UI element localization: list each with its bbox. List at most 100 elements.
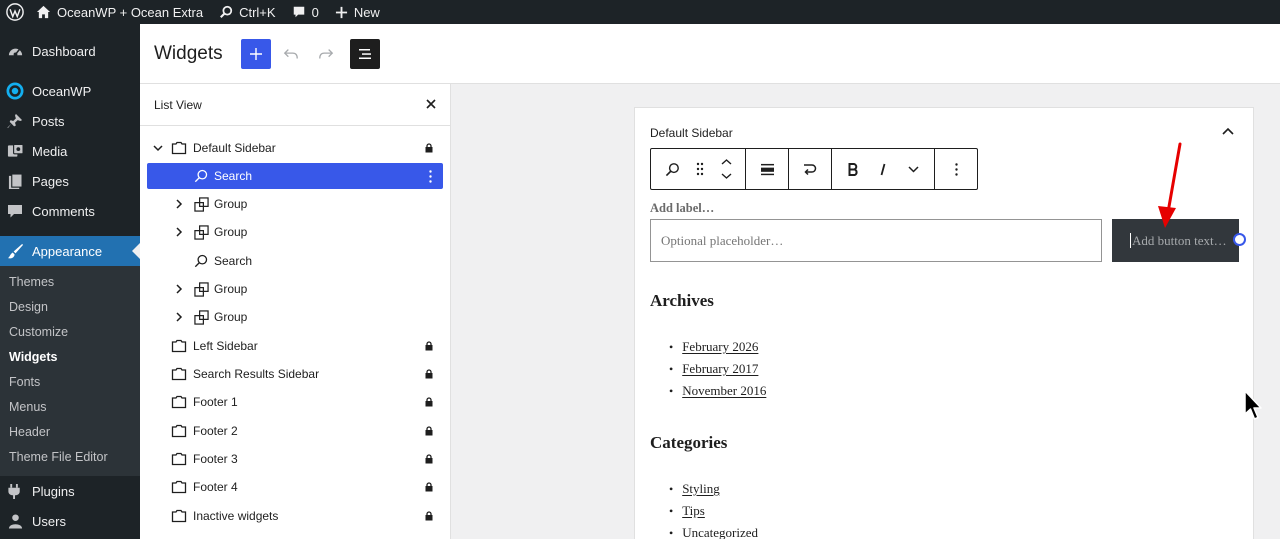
submenu-item-menus[interactable]: Menus — [0, 395, 140, 420]
list-view-row-left-sidebar[interactable]: Left Sidebar — [147, 333, 443, 359]
archives-heading[interactable]: Archives — [650, 291, 714, 311]
submenu-item-header[interactable]: Header — [0, 420, 140, 445]
submenu-item-themes[interactable]: Themes — [0, 270, 140, 295]
block-type-button[interactable] — [657, 149, 687, 189]
site-name-link[interactable]: OceanWP + Ocean Extra — [28, 0, 211, 24]
chevron-down-icon[interactable] — [152, 142, 164, 154]
list-item[interactable]: February 2026 — [669, 336, 766, 358]
toolbar-group-layout — [746, 149, 789, 189]
bold-button[interactable] — [838, 149, 868, 189]
lock-icon — [424, 510, 434, 522]
new-content-link[interactable]: New — [327, 0, 388, 24]
submenu-item-customize[interactable]: Customize — [0, 320, 140, 345]
bold-icon — [848, 162, 858, 176]
list-view-row-footer-4[interactable]: Footer 4 — [147, 474, 443, 500]
widget-area-title[interactable]: Default Sidebar — [650, 126, 733, 140]
comments-link[interactable]: 0 — [284, 0, 327, 24]
comments-count: 0 — [311, 4, 319, 20]
close-list-view-button[interactable] — [426, 98, 436, 112]
list-view-row-search-selected[interactable]: Search — [147, 163, 443, 189]
categories-heading[interactable]: Categories — [650, 433, 727, 453]
list-view-title: List View — [154, 97, 202, 112]
submenu-item-design[interactable]: Design — [0, 295, 140, 320]
list-item[interactable]: November 2016 — [669, 380, 766, 402]
plus-icon — [335, 6, 347, 18]
search-label-field[interactable]: Add label… — [650, 201, 714, 216]
list-view-toggle-button[interactable] — [349, 38, 380, 69]
list-item[interactable]: Tips — [669, 500, 758, 522]
chevron-up-icon[interactable] — [721, 159, 732, 165]
list-item[interactable]: February 2017 — [669, 358, 766, 380]
list-view-row-default-sidebar[interactable]: Default Sidebar — [147, 135, 443, 161]
list-view-row-group[interactable]: Group — [147, 304, 443, 330]
widget-area-icon — [170, 450, 188, 468]
list-view-row-footer-1[interactable]: Footer 1 — [147, 389, 443, 415]
page-title: Widgets — [154, 42, 223, 64]
resize-handle[interactable] — [1233, 233, 1246, 246]
undo-button[interactable] — [276, 39, 306, 69]
chevron-up-icon[interactable] — [1221, 126, 1235, 136]
block-toolbar — [650, 148, 978, 190]
block-inserter-button[interactable] — [240, 38, 271, 69]
comments-icon — [6, 202, 24, 220]
menu-item-plugins[interactable]: Plugins — [0, 476, 140, 506]
block-options-icon[interactable] — [427, 169, 433, 183]
menu-item-appearance[interactable]: Appearance — [0, 236, 140, 266]
menu-item-comments[interactable]: Comments — [0, 196, 140, 226]
italic-button[interactable] — [868, 149, 898, 189]
block-options-button[interactable] — [941, 149, 971, 189]
list-item[interactable]: Uncategorized — [669, 522, 758, 539]
group-block-icon — [192, 280, 210, 298]
widget-area-icon — [170, 478, 188, 496]
menu-item-oceanwp[interactable]: OceanWP — [0, 76, 140, 106]
list-view-row-inactive-widgets[interactable]: Inactive widgets — [147, 503, 443, 529]
admin-bar: OceanWP + Ocean Extra Ctrl+K 0 New — [0, 0, 1280, 24]
chevron-right-icon[interactable] — [173, 283, 185, 295]
search-block-icon — [192, 167, 210, 185]
chevron-right-icon[interactable] — [173, 198, 185, 210]
archives-list: February 2026 February 2017 November 201… — [669, 336, 766, 402]
list-view-row-search-results-sidebar[interactable]: Search Results Sidebar — [147, 361, 443, 387]
more-formatting-button[interactable] — [898, 149, 928, 189]
list-view-row-group[interactable]: Group — [147, 191, 443, 217]
chevron-right-icon[interactable] — [173, 311, 185, 323]
categories-list: Styling Tips Uncategorized — [669, 478, 758, 539]
submenu-item-widgets[interactable]: Widgets — [0, 345, 140, 370]
list-view-row-group[interactable]: Group — [147, 219, 443, 245]
widget-area-icon — [170, 393, 188, 411]
submenu-item-fonts[interactable]: Fonts — [0, 370, 140, 395]
chevron-down-icon[interactable] — [721, 173, 732, 179]
lock-icon — [424, 340, 434, 352]
chevron-right-icon[interactable] — [173, 226, 185, 238]
list-view-row-search[interactable]: Search — [147, 248, 443, 274]
move-block-buttons[interactable] — [713, 149, 739, 189]
command-palette-button[interactable]: Ctrl+K — [211, 0, 283, 24]
wordpress-icon — [6, 3, 24, 21]
menu-item-posts[interactable]: Posts — [0, 106, 140, 136]
drag-handle-icon — [696, 162, 704, 176]
lock-icon — [424, 425, 434, 437]
list-view-row-footer-3[interactable]: Footer 3 — [147, 446, 443, 472]
search-icon — [220, 5, 233, 18]
menu-item-pages[interactable]: Pages — [0, 166, 140, 196]
submenu-item-theme-file-editor[interactable]: Theme File Editor — [0, 445, 140, 470]
search-placeholder-input[interactable]: Optional placeholder… — [650, 219, 1102, 262]
oceanwp-icon — [6, 82, 24, 100]
editor-header: Widgets — [140, 24, 1280, 84]
search-button-placeholder: Add button text… — [1132, 232, 1227, 248]
list-view-row-group[interactable]: Group — [147, 276, 443, 302]
wordpress-logo-button[interactable] — [0, 0, 28, 24]
redo-button[interactable] — [311, 39, 341, 69]
close-icon — [426, 98, 436, 109]
list-view-row-footer-2[interactable]: Footer 2 — [147, 418, 443, 444]
menu-item-users[interactable]: Users — [0, 506, 140, 536]
list-item[interactable]: Styling — [669, 478, 758, 500]
toolbar-group-block — [651, 149, 746, 189]
menu-item-dashboard[interactable]: Dashboard — [0, 36, 140, 66]
toggle-search-icon-button[interactable] — [795, 149, 825, 189]
site-name: OceanWP + Ocean Extra — [57, 4, 204, 20]
list-view-header: List View — [140, 84, 450, 126]
drag-handle-button[interactable] — [687, 149, 713, 189]
menu-item-media[interactable]: Media — [0, 136, 140, 166]
button-position-button[interactable] — [752, 149, 782, 189]
